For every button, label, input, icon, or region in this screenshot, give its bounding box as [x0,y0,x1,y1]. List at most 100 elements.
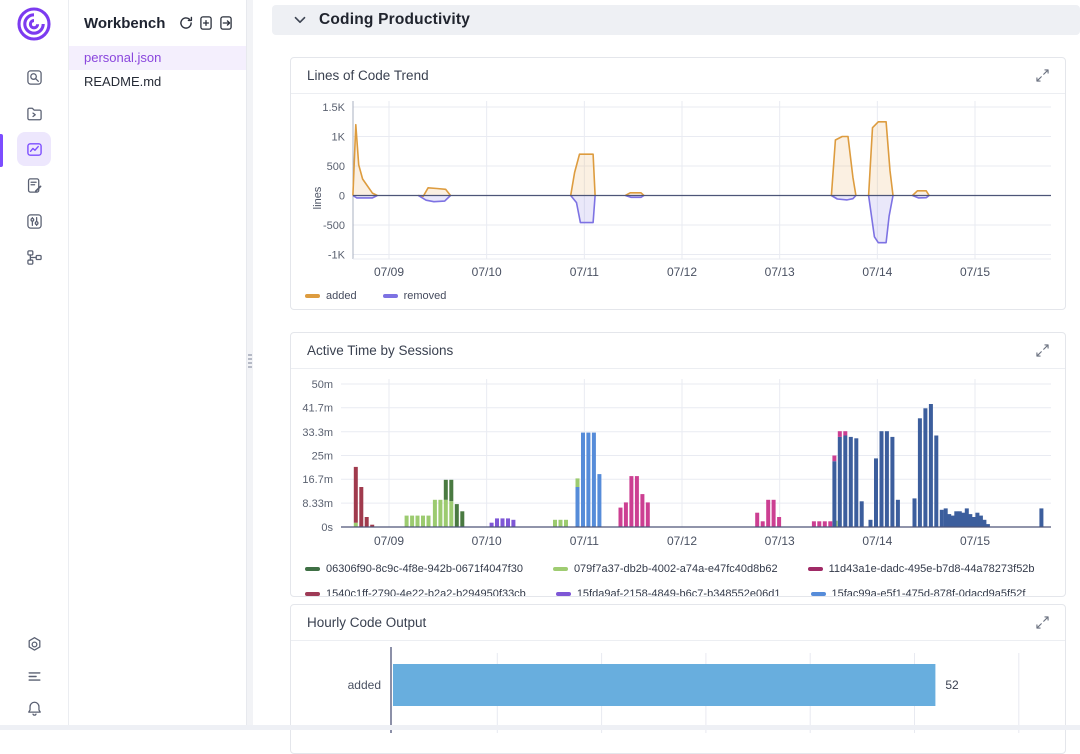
session-swatch-icon [811,592,826,596]
session-legend-label: 079f7a37-db2b-4002-a74a-e47fc40d8b62 [574,563,778,575]
expand-sessions-chart-button[interactable] [1036,344,1049,357]
expand-icon [1036,616,1049,629]
analytics-icon [26,141,43,158]
svg-text:07/10: 07/10 [472,265,502,279]
legend-label: removed [404,290,447,302]
notifications-bell-icon [26,700,43,717]
new-file-button[interactable] [198,12,214,34]
legend-item-removed[interactable]: removed [383,290,447,302]
svg-text:07/11: 07/11 [570,534,599,548]
file-search-icon [26,69,43,86]
lines-of-code-title: Lines of Code Trend [307,68,429,83]
nav-folder[interactable] [17,96,51,130]
file-list: personal.json README.md [69,46,246,94]
secondary-nav [0,628,68,724]
file-row-personal-json[interactable]: personal.json [69,46,246,70]
active-time-card: Active Time by Sessions 07/09 07/10 07/11 0… [290,332,1066,597]
lines-of-code-card-header: Lines of Code Trend [291,58,1065,94]
nav-analytics[interactable] [17,132,51,166]
hourly-output-chart: added 52 [291,641,1065,733]
chevron-down-icon [294,16,306,25]
svg-text:0: 0 [339,191,345,203]
main-content: Coding Productivity Lines of Code Trend … [253,0,1080,730]
refresh-button[interactable] [177,12,193,34]
notes-icon [26,177,43,194]
branch-icon [26,249,43,266]
expand-icon [1036,344,1049,357]
session-legend-item[interactable]: 15fac99a-e5f1-475d-878f-0dacd9a5f52f [811,587,1026,597]
session-legend-label: 11d43a1e-dadc-495e-b7d8-44a78273f52b [829,563,1035,575]
svg-text:-500: -500 [323,220,345,232]
session-legend-item[interactable]: 06306f90-8c9c-4f8e-942b-0671f4047f30 [305,562,523,576]
svg-text:lines: lines [312,186,324,209]
svg-text:07/15: 07/15 [960,265,990,279]
svg-text:33.3m: 33.3m [302,427,333,439]
notifications-button[interactable] [17,692,51,724]
list-icon [26,668,43,685]
expand-lines-chart-button[interactable] [1036,69,1049,82]
hourly-output-card-header: Hourly Code Output [291,605,1065,641]
settings-gear-icon [26,636,43,653]
sessions-legend: 06306f90-8c9c-4f8e-942b-0671f4047f30 079f… [291,562,1065,597]
settings-button[interactable] [17,628,51,660]
legend-item-added[interactable]: added [305,290,357,302]
collapse-section-button[interactable] [294,16,306,25]
svg-text:added: added [348,678,381,692]
svg-text:8.33m: 8.33m [302,498,333,510]
expand-icon [1036,69,1049,82]
primary-nav [0,60,68,276]
section-title: Coding Productivity [319,11,470,29]
svg-text:25m: 25m [312,451,333,463]
workbench-header: Workbench [69,0,246,42]
logs-button[interactable] [17,660,51,692]
section-header: Coding Productivity [272,5,1080,35]
svg-text:1K: 1K [332,132,346,144]
legend-label: added [326,290,357,302]
new-file-icon [198,15,214,31]
active-time-card-header: Active Time by Sessions [291,333,1065,369]
file-row-readme-md[interactable]: README.md [69,70,246,94]
svg-text:0s: 0s [321,522,333,534]
active-time-title: Active Time by Sessions [307,343,453,358]
nav-branch[interactable] [17,240,51,274]
svg-text:07/12: 07/12 [667,534,697,548]
workbench-panel: Workbench personal.json README.md [69,0,247,730]
nav-file-search[interactable] [17,60,51,94]
session-legend-label: 15fac99a-e5f1-475d-878f-0dacd9a5f52f [832,588,1026,597]
export-file-button[interactable] [218,12,234,34]
added-swatch-icon [305,294,320,298]
app-logo-icon [16,6,52,42]
svg-text:1.5K: 1.5K [322,102,345,114]
svg-text:41.7m: 41.7m [302,403,333,415]
svg-text:500: 500 [327,161,345,173]
session-legend-label: 06306f90-8c9c-4f8e-942b-0671f4047f30 [326,563,523,575]
panel-resizer[interactable] [247,0,253,730]
nav-notes[interactable] [17,168,51,202]
resizer-grip-icon [248,354,252,370]
svg-text:16.7m: 16.7m [302,474,333,486]
svg-text:50m: 50m [312,379,333,391]
session-legend-label: 1540c1ff-2790-4e22-b2a2-b294950f33cb [326,588,526,597]
session-swatch-icon [808,567,823,571]
svg-text:07/09: 07/09 [374,534,404,548]
legend-row: 1540c1ff-2790-4e22-b2a2-b294950f33cb 15fd… [305,587,1065,597]
workbench-title: Workbench [84,15,165,32]
session-legend-item[interactable]: 079f7a37-db2b-4002-a74a-e47fc40d8b62 [553,562,778,576]
session-legend-item[interactable]: 11d43a1e-dadc-495e-b7d8-44a78273f52b [808,562,1035,576]
svg-text:07/15: 07/15 [960,534,990,548]
removed-swatch-icon [383,294,398,298]
svg-text:07/10: 07/10 [472,534,502,548]
lines-of-code-card: Lines of Code Trend 07/0907/1007/1107/12… [290,57,1066,310]
session-legend-item[interactable]: 15fda9af-2158-4849-b6c7-b348552e06d1 [556,587,781,597]
lines-chart-legend: added removed [291,287,1065,302]
expand-hourly-chart-button[interactable] [1036,616,1049,629]
folder-icon [26,105,43,122]
session-legend-item[interactable]: 1540c1ff-2790-4e22-b2a2-b294950f33cb [305,587,526,597]
session-swatch-icon [305,567,320,571]
nav-controls[interactable] [17,204,51,238]
svg-text:07/11: 07/11 [570,265,599,279]
hourly-output-card: Hourly Code Output added 52 [290,604,1066,754]
lines-of-code-chart: 07/0907/1007/1107/1207/1307/1407/151.5K1… [291,94,1065,282]
svg-text:52: 52 [945,678,959,692]
svg-text:07/12: 07/12 [667,265,697,279]
